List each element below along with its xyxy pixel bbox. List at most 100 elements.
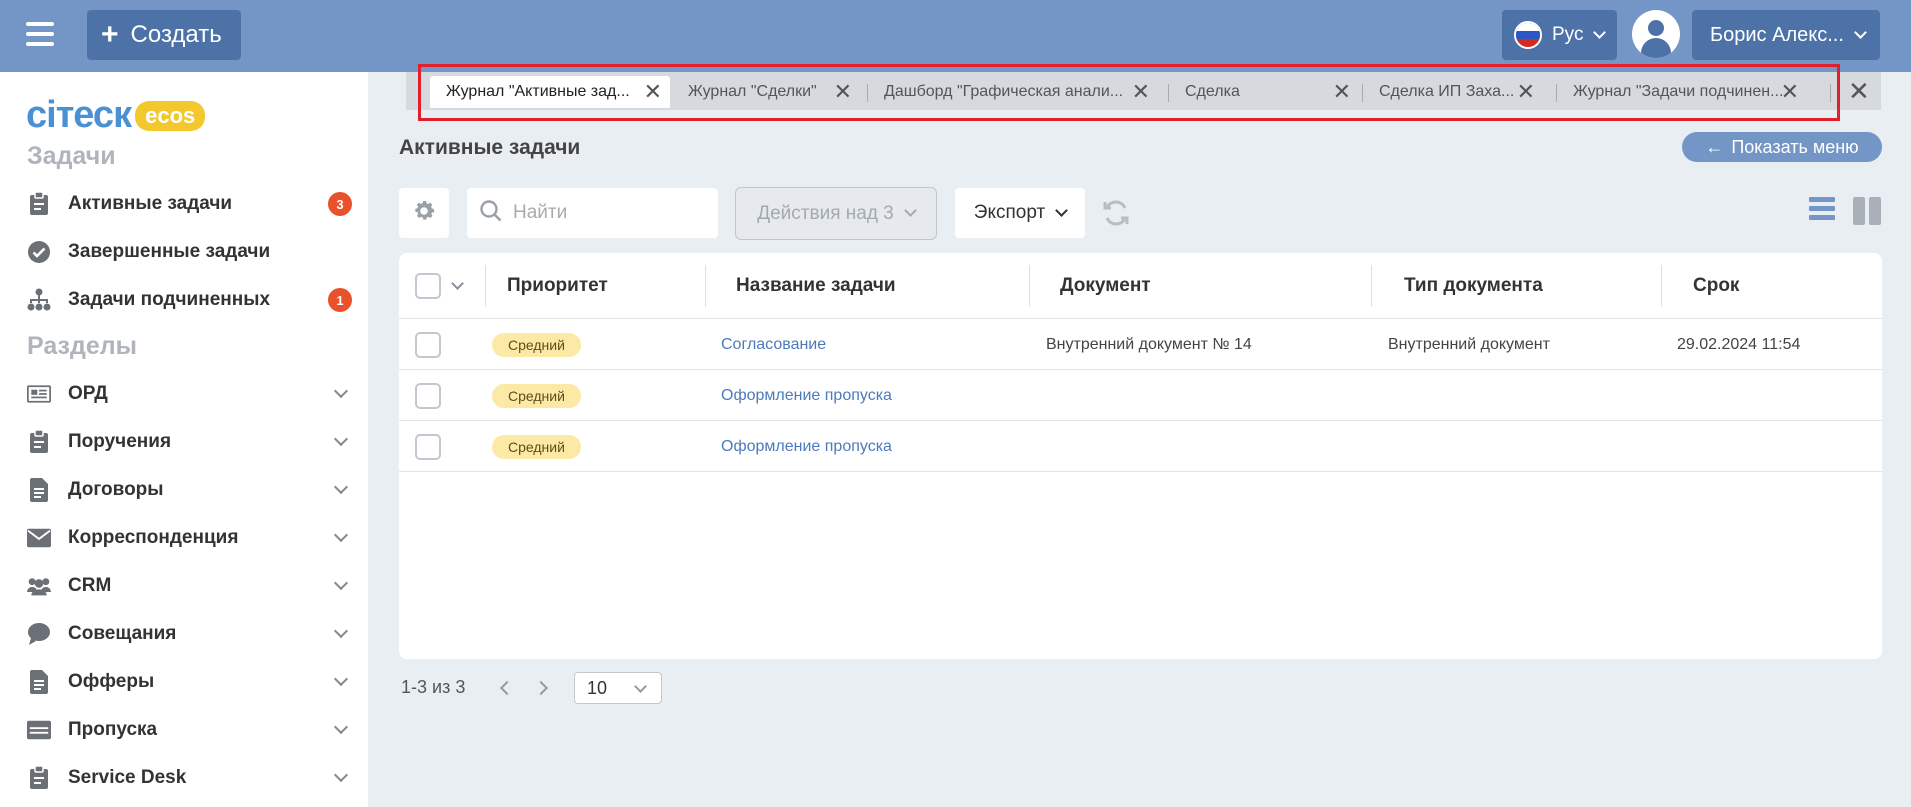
avatar[interactable] <box>1632 10 1680 58</box>
row-checkbox[interactable] <box>415 433 441 460</box>
sidebar-item-contracts[interactable]: Договоры <box>27 472 352 508</box>
table-row[interactable]: Средний Оформление пропуска <box>399 421 1882 472</box>
show-menu-button[interactable]: ← Показать меню <box>1682 132 1882 162</box>
sidebar-item-label: CRM <box>68 575 112 596</box>
sidebar-item-subordinate-tasks[interactable]: Задачи подчиненных 1 <box>27 282 352 318</box>
priority-cell: Средний <box>492 370 581 421</box>
column-header-document[interactable]: Документ <box>1060 253 1151 319</box>
tab-active-tasks[interactable]: Журнал "Активные зад... ✕ <box>430 76 670 108</box>
document-cell: Внутренний документ № 14 <box>1046 335 1252 353</box>
sidebar-item-correspondence[interactable]: Корреспонденция <box>27 520 352 556</box>
sidebar-item-offers[interactable]: Офферы <box>27 664 352 700</box>
select-all-control[interactable] <box>415 253 464 319</box>
table-row[interactable]: Средний Согласование Внутренний документ… <box>399 319 1882 370</box>
chevron-down-icon <box>333 575 349 591</box>
sidebar-item-active-tasks[interactable]: Активные задачи 3 <box>27 186 352 222</box>
chat-bubble-icon <box>27 622 51 646</box>
close-icon[interactable]: ✕ <box>1333 81 1351 103</box>
tab-deal[interactable]: Сделка ✕ <box>1169 76 1359 108</box>
clipboard-icon <box>27 430 51 454</box>
sidebar-item-passes[interactable]: Пропуска <box>27 712 352 748</box>
close-icon[interactable]: ✕ <box>644 81 662 103</box>
tasks-table: Приоритет Название задачи Документ Тип д… <box>399 253 1882 659</box>
table-header: Приоритет Название задачи Документ Тип д… <box>399 253 1882 319</box>
chevron-down-icon <box>333 383 349 399</box>
close-icon[interactable]: ✕ <box>1517 81 1535 103</box>
logo[interactable]: ciтеск ecos <box>26 94 206 137</box>
sidebar-item-crm[interactable]: CRM <box>27 568 352 604</box>
row-checkbox-cell[interactable] <box>415 421 441 472</box>
create-button-label: Создать <box>130 21 222 48</box>
sidebar-item-label: Пропуска <box>68 719 158 740</box>
column-header-priority[interactable]: Приоритет <box>507 253 608 319</box>
list-view-icon[interactable] <box>1809 197 1835 225</box>
envelope-icon <box>27 526 51 550</box>
sidebar-item-completed-tasks[interactable]: Завершенные задачи <box>27 234 352 270</box>
sidebar-item-service-desk[interactable]: Service Desk <box>27 760 352 796</box>
close-icon[interactable]: ✕ <box>1781 81 1799 103</box>
select-all-checkbox[interactable] <box>415 273 441 299</box>
sidebar-item-label: Корреспонденция <box>68 527 239 548</box>
sidebar-item-label: Завершенные задачи <box>68 241 271 262</box>
section-title-tasks: Задачи <box>27 142 116 170</box>
sidebar-item-ord[interactable]: ОРД <box>27 376 352 412</box>
previous-page-icon[interactable] <box>499 680 515 696</box>
tab-deals-journal[interactable]: Журнал "Сделки" ✕ <box>672 76 860 108</box>
sidebar-item-label: Поручения <box>68 431 172 452</box>
settings-button[interactable] <box>399 188 449 238</box>
table-row[interactable]: Средний Оформление пропуска <box>399 370 1882 421</box>
column-header-document-type[interactable]: Тип документа <box>1404 253 1543 319</box>
language-selector[interactable]: Рус <box>1502 10 1617 60</box>
chevron-down-icon <box>333 431 349 447</box>
users-icon <box>27 574 51 598</box>
search-input[interactable] <box>513 202 703 224</box>
column-separator <box>1029 265 1030 307</box>
tab-subordinate-tasks-journal[interactable]: Журнал "Задачи подчинен... ✕ <box>1557 76 1807 108</box>
sidebar-item-label: Офферы <box>68 671 155 692</box>
newspaper-icon <box>27 382 51 406</box>
bulk-actions-button[interactable]: Действия над 3 <box>735 187 937 240</box>
tab-label: Журнал "Сделки" <box>688 83 817 100</box>
split-view-icon[interactable] <box>1853 197 1881 225</box>
tab-dashboard[interactable]: Дашборд "Графическая анали... ✕ <box>868 76 1158 108</box>
priority-badge: Средний <box>492 434 581 459</box>
page-size-select[interactable]: 10 <box>574 672 662 704</box>
close-all-tabs-icon[interactable]: ✕ <box>1848 76 1870 107</box>
close-icon[interactable]: ✕ <box>834 81 852 103</box>
task-name-link[interactable]: Оформление пропуска <box>721 421 892 472</box>
row-checkbox[interactable] <box>415 382 441 409</box>
task-name-link[interactable]: Согласование <box>721 319 826 370</box>
create-button[interactable]: + Создать <box>87 10 241 60</box>
user-menu-button[interactable]: Борис Алекс... <box>1692 10 1880 60</box>
column-header-task-name[interactable]: Название задачи <box>736 253 896 319</box>
plus-icon: + <box>101 18 119 51</box>
column-header-due-date[interactable]: Срок <box>1693 253 1739 319</box>
sidebar-item-label: Активные задачи <box>68 193 233 214</box>
logo-badge: ecos <box>135 100 206 131</box>
row-checkbox-cell[interactable] <box>415 370 441 421</box>
column-separator <box>1371 265 1372 307</box>
section-title-sections: Разделы <box>27 332 137 360</box>
export-button[interactable]: Экспорт <box>955 188 1085 238</box>
row-checkbox[interactable] <box>415 331 441 358</box>
column-separator <box>485 265 486 307</box>
sidebar-item-assignments[interactable]: Поручения <box>27 424 352 460</box>
sidebar-item-meetings[interactable]: Совещания <box>27 616 352 652</box>
document-icon <box>27 478 51 502</box>
tab-deal-ip[interactable]: Сделка ИП Заха... ✕ <box>1363 76 1543 108</box>
close-icon[interactable]: ✕ <box>1132 81 1150 103</box>
chevron-down-icon <box>333 767 349 783</box>
sidebar-item-label: ОРД <box>68 383 108 404</box>
chevron-down-icon <box>903 204 917 217</box>
next-page-icon[interactable] <box>533 680 549 696</box>
refresh-icon[interactable] <box>1101 198 1131 228</box>
top-bar: + Создать Рус Борис Алекс... <box>0 0 1911 72</box>
row-checkbox-cell[interactable] <box>415 319 441 370</box>
search-icon <box>479 199 503 228</box>
chevron-down-icon[interactable] <box>451 276 464 290</box>
show-menu-label: Показать меню <box>1731 136 1859 157</box>
task-name-link[interactable]: Оформление пропуска <box>721 370 892 421</box>
gear-icon <box>411 198 437 229</box>
menu-burger-icon[interactable] <box>26 22 54 48</box>
search-field[interactable] <box>467 188 718 238</box>
